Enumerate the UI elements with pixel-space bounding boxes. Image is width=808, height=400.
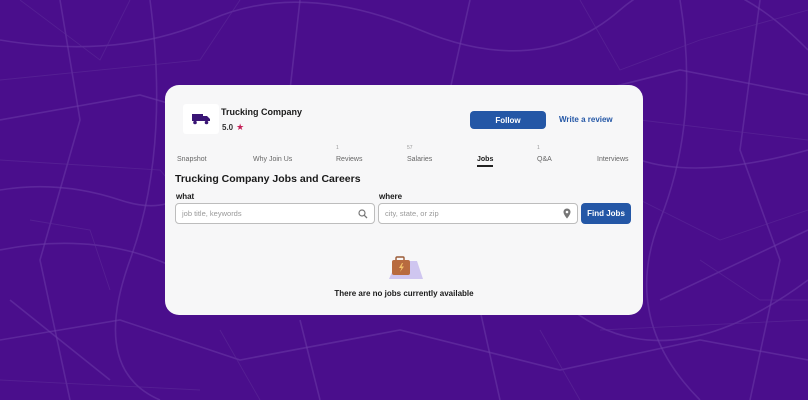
tab-label: Q&A (537, 156, 552, 163)
tab-jobs[interactable]: Jobs (477, 143, 494, 169)
empty-state-message: There are no jobs currently available (334, 289, 474, 298)
tab-reviews[interactable]: 1 Reviews (336, 143, 362, 169)
company-name[interactable]: Trucking Company (221, 107, 302, 117)
what-label: what (176, 192, 195, 201)
rating-value: 5.0 (222, 123, 234, 132)
tab-salaries[interactable]: 57 Salaries (407, 143, 432, 169)
follow-button[interactable]: Follow (470, 111, 546, 129)
tab-count: 1 (336, 145, 339, 151)
tab-count: 57 (407, 145, 413, 151)
find-jobs-button[interactable]: Find Jobs (581, 203, 631, 224)
tab-label: Reviews (336, 156, 363, 163)
tab-snapshot[interactable]: Snapshot (177, 143, 207, 169)
company-logo[interactable] (183, 104, 219, 134)
briefcase-icon (389, 256, 423, 279)
tab-label: Snapshot (177, 156, 207, 163)
company-rating: 5.0 ★ (222, 122, 245, 133)
company-card: Trucking Company 5.0 ★ Follow Write a re… (165, 85, 643, 315)
tab-label: Interviews (597, 156, 629, 163)
page-title: Trucking Company Jobs and Careers (175, 173, 361, 185)
search-icon (358, 208, 368, 218)
write-review-link[interactable]: Write a review (559, 115, 613, 124)
location-pin-icon (563, 208, 571, 219)
where-label: where (379, 192, 403, 201)
tab-why-join-us[interactable]: Why Join Us (253, 143, 292, 169)
tab-qa[interactable]: 1 Q&A (537, 143, 552, 169)
tab-label: Jobs (477, 156, 494, 163)
tab-label: Why Join Us (253, 156, 293, 163)
what-placeholder: job title, keywords (182, 209, 242, 218)
what-input[interactable]: job title, keywords (175, 203, 375, 224)
tab-interviews[interactable]: Interviews (597, 143, 629, 169)
where-placeholder: city, state, or zip (385, 209, 439, 218)
tab-count: 1 (537, 145, 540, 151)
where-input[interactable]: city, state, or zip (378, 203, 578, 224)
tab-label: Salaries (407, 156, 433, 163)
company-tabs: Snapshot Why Join Us 1 Reviews 57 Salari… (165, 143, 643, 169)
star-icon: ★ (236, 122, 245, 132)
truck-icon (192, 114, 210, 125)
